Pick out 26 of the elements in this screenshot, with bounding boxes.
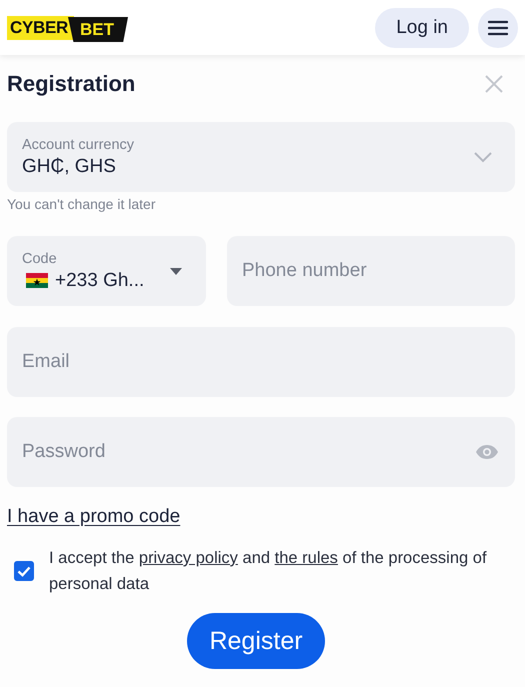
logo-word[interactable]: BET <box>68 17 128 42</box>
checkmark-icon <box>17 566 31 576</box>
password-field[interactable]: Password <box>7 417 515 487</box>
field-label: Code <box>22 250 58 266</box>
flag-icon <box>26 273 48 288</box>
chevron-down-icon <box>473 151 493 163</box>
field-value: GH₵, GHS <box>22 156 117 178</box>
menu-button[interactable] <box>478 8 518 48</box>
promo-code-link[interactable]: I have a promo code <box>7 506 180 528</box>
caret-icon <box>170 268 182 274</box>
logo-word[interactable]: CYBER <box>7 16 74 40</box>
register-button[interactable]: Register <box>187 613 325 669</box>
phone-field[interactable]: Phone number <box>227 236 515 306</box>
country-code-dropdown[interactable]: Code +233 Gh... <box>7 236 206 306</box>
checkbox[interactable] <box>14 561 34 581</box>
menu-icon <box>488 20 508 36</box>
email-field[interactable]: Email <box>7 327 515 397</box>
login-button[interactable]: Log in <box>375 8 469 48</box>
consent-text: I accept the privacy policy and the rules of the processing of personal data <box>49 548 488 595</box>
field-label: Account currency <box>22 136 134 152</box>
hint-text: You can't change it later <box>7 196 156 212</box>
policy-link[interactable]: privacy policy <box>138 549 238 567</box>
currency-dropdown[interactable]: Account currency GH₵, GHS <box>7 122 515 192</box>
policy-link[interactable]: the rules <box>274 549 338 567</box>
field-value: +233 Gh... <box>55 270 144 292</box>
form-title: Registration <box>7 71 136 97</box>
